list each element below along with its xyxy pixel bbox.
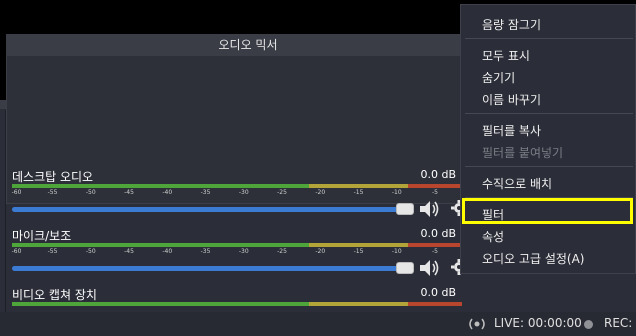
scale-tick: -25 [277,189,287,196]
scale-tick: -35 [200,248,211,255]
menu-item-show-all[interactable]: 모두 표시 [482,47,530,64]
scale-tick: -25 [277,248,287,255]
scale-tick: -45 [124,189,134,196]
scale-tick: -10 [391,189,402,196]
menu-separator [465,113,633,114]
channel-name: 마이크/보조 [12,229,72,243]
menu-item-vertical-layout[interactable]: 수직으로 배치 [482,175,552,192]
scale-tick: -20 [315,189,326,196]
menu-separator [465,166,633,167]
meter-scale: -60 -55 -50 -45 -40 -35 -30 -25 -20 -15 … [12,248,462,258]
volume-slider-handle[interactable] [396,203,414,215]
audio-mixer-title: 오디오 믹서 [6,34,490,56]
menu-item-advanced-audio[interactable]: 오디오 고급 설정(A) [482,250,584,267]
speaker-icon[interactable] [418,199,440,219]
scale-tick: -20 [315,248,326,255]
scale-tick: -5 [432,248,438,255]
scale-tick: -60 [11,189,22,196]
scale-tick: -30 [238,189,249,196]
volume-slider[interactable] [12,207,404,212]
menu-item-hide[interactable]: 숨기기 [482,69,515,86]
scale-tick: -50 [85,248,96,255]
menu-item-rename[interactable]: 이름 바꾸기 [482,91,541,108]
channel-db: 0.0 dB [420,227,456,240]
live-status: LIVE: 00:00:00 [494,316,582,330]
scale-tick: -45 [124,248,134,255]
volume-meter [12,302,462,306]
menu-item-properties[interactable]: 속성 [482,228,504,245]
highlight-box [462,198,633,224]
scale-tick: -40 [162,189,173,196]
scale-tick: -35 [200,189,211,196]
channel-db: 0.0 dB [420,168,456,181]
status-bar: LIVE: 00:00:00 REC: [0,312,636,336]
channel-name: 데스크탑 오디오 [12,170,94,184]
rec-indicator-icon [584,320,593,329]
speaker-icon[interactable] [418,258,440,278]
volume-slider[interactable] [12,266,404,271]
scale-tick: -55 [47,248,58,255]
menu-item-lock-volume[interactable]: 음량 잠그기 [482,16,541,33]
channel-db: 0.0 dB [420,286,456,299]
scale-tick: -5 [432,189,438,196]
scale-tick: -10 [391,248,402,255]
scale-tick: -15 [353,189,364,196]
meter-scale: -60 -55 -50 -45 -40 -35 -30 -25 -20 -15 … [12,189,462,199]
scale-tick: -55 [47,189,58,196]
scale-tick: -50 [85,189,96,196]
scale-tick: -15 [353,248,364,255]
rec-status: REC: [604,316,633,330]
menu-separator [465,38,633,39]
scale-tick: -30 [238,248,249,255]
menu-item-copy-filters[interactable]: 필터를 복사 [482,122,541,139]
volume-meter [12,243,462,247]
context-menu: 음량 잠그기 모두 표시 숨기기 이름 바꾸기 필터를 복사 필터를 붙여넣기 … [460,4,636,274]
scale-tick: -60 [11,248,22,255]
volume-meter [12,184,462,188]
channel-name: 비디오 캡쳐 장치 [12,288,97,302]
broadcast-icon [469,318,485,330]
menu-item-paste-filters: 필터를 붙여넣기 [482,146,564,160]
volume-slider-handle[interactable] [396,262,414,274]
scale-tick: -40 [162,248,173,255]
